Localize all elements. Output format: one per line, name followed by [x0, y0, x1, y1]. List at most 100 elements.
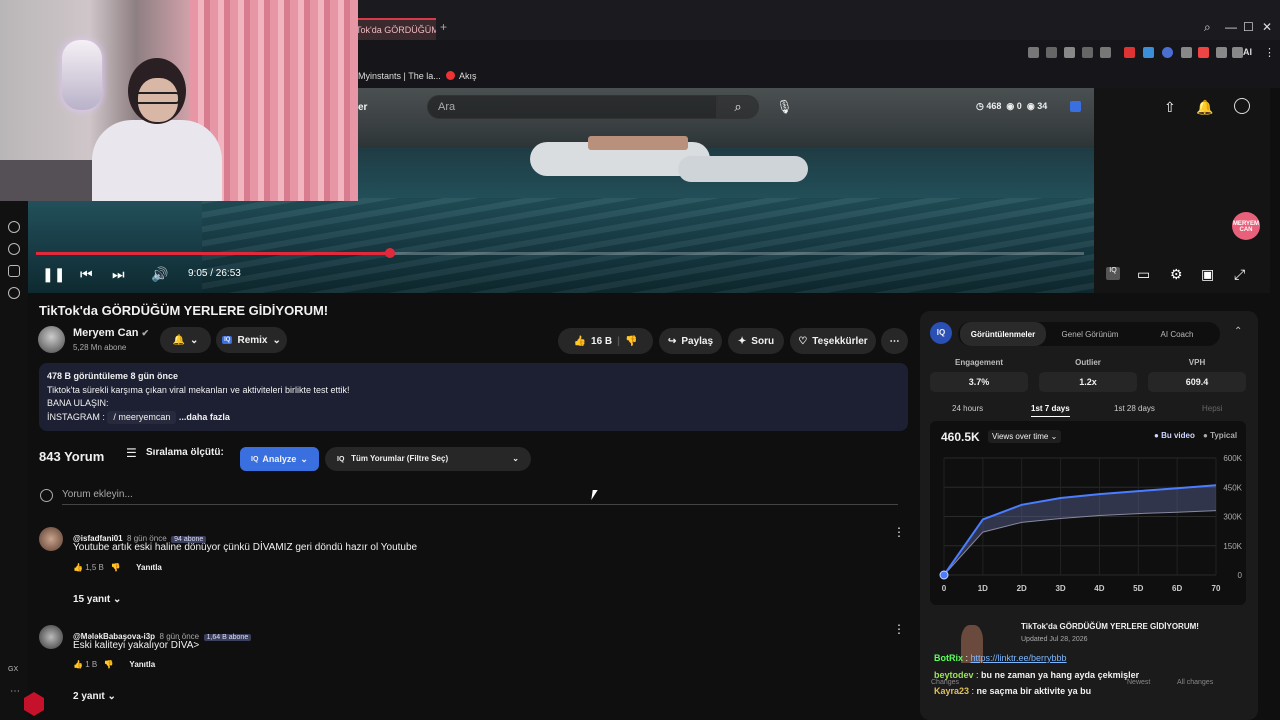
- show-more-link[interactable]: ...daha fazla: [179, 412, 230, 422]
- pin-icon[interactable]: [1028, 47, 1039, 58]
- upload-icon[interactable]: ⇧: [1164, 99, 1176, 116]
- play-icon[interactable]: [1082, 47, 1093, 58]
- minimize-icon[interactable]: —: [1225, 20, 1237, 34]
- like-icon[interactable]: 👍: [73, 563, 83, 572]
- shield-icon[interactable]: [1064, 47, 1075, 58]
- share-button[interactable]: ↪ Paylaş: [659, 328, 722, 354]
- ai-button[interactable]: AI: [1243, 47, 1252, 57]
- search-icon[interactable]: ⌕: [1204, 20, 1211, 35]
- bookmark-myinstants[interactable]: Myinstants | The la...: [358, 71, 441, 81]
- instagram-link[interactable]: / meeryemcan: [107, 410, 177, 424]
- reply-button[interactable]: Yanıtla: [136, 563, 162, 572]
- collapse-icon[interactable]: ⌃: [1234, 326, 1242, 337]
- new-tab-button[interactable]: +: [440, 20, 447, 34]
- download-icon[interactable]: [1216, 47, 1227, 58]
- history-icon[interactable]: [8, 243, 20, 255]
- bell-icon[interactable]: 🔔: [1196, 99, 1213, 116]
- description-box[interactable]: 478 B görüntüleme 8 gün önce Tiktok'ta s…: [39, 363, 908, 431]
- avatar[interactable]: [1234, 98, 1250, 114]
- views-over-time-select[interactable]: Views over time ⌄: [988, 430, 1062, 443]
- fullscreen-icon[interactable]: ⤢: [1234, 266, 1245, 283]
- gear-icon[interactable]: ⚙: [1170, 266, 1183, 283]
- comment-filter-select[interactable]: IQ Tüm Yorumlar (Filtre Seç) ⌄: [325, 447, 531, 471]
- channel-name[interactable]: Meryem Can ✔: [73, 327, 149, 339]
- subscribe-bell-button[interactable]: 🔔 ⌄: [160, 327, 211, 353]
- chat-message: BotRix : https://linktr.ee/berrybbb: [934, 653, 1067, 663]
- thanks-button[interactable]: ♡ Teşekkürler: [790, 328, 876, 354]
- webcam-overlay: [0, 0, 358, 201]
- browser-tab[interactable]: Tok'da GÖRDÜĞÜM: [352, 18, 436, 40]
- iq-player-icon[interactable]: IQ: [1106, 267, 1120, 280]
- replies-count[interactable]: 15 yanıt: [73, 594, 110, 605]
- remix-button[interactable]: IQ Remix ⌄: [216, 327, 287, 353]
- extension-pink-icon[interactable]: [1198, 47, 1209, 58]
- magic-icon[interactable]: [1232, 47, 1243, 58]
- analyze-button[interactable]: IQ Analyze ⌄: [240, 447, 319, 471]
- puzzle-icon[interactable]: [1181, 47, 1192, 58]
- iq-icon: IQ: [251, 455, 259, 463]
- range-7d[interactable]: 1st 7 days: [1031, 404, 1070, 417]
- screenshot-icon[interactable]: [1046, 47, 1057, 58]
- comment-menu-icon[interactable]: ⋮: [893, 525, 905, 539]
- dislike-icon[interactable]: 👎: [111, 563, 121, 572]
- microphone-icon[interactable]: 🎙: [776, 99, 793, 115]
- like-icon[interactable]: 👍: [73, 660, 83, 669]
- comment-menu-icon[interactable]: ⋮: [893, 622, 905, 636]
- heart-icon[interactable]: [1100, 47, 1111, 58]
- close-icon[interactable]: ✕: [1262, 20, 1272, 34]
- range-24h[interactable]: 24 hours: [952, 404, 983, 413]
- comment-avatar[interactable]: [39, 625, 63, 649]
- series-start-point: [939, 570, 949, 580]
- extensions-icon[interactable]: [8, 265, 20, 277]
- chevron-down-icon: ⌄: [190, 334, 199, 346]
- extension-circle-icon[interactable]: [1162, 47, 1173, 58]
- next-icon[interactable]: ⏭: [112, 266, 125, 283]
- iq-icon[interactable]: [1070, 101, 1081, 112]
- tab-overview[interactable]: Genel Görünüm: [1046, 322, 1134, 346]
- more-icon[interactable]: ⋯: [10, 686, 20, 697]
- previous-icon[interactable]: ⏮: [80, 266, 93, 283]
- pause-icon[interactable]: ❚❚: [42, 266, 65, 283]
- extension-red-icon[interactable]: [1124, 47, 1135, 58]
- all-changes-filter[interactable]: All changes: [1177, 679, 1213, 686]
- dislike-icon[interactable]: 👎: [625, 336, 637, 347]
- more-actions-button[interactable]: ⋯: [881, 328, 908, 354]
- search-input[interactable]: Ara: [427, 95, 717, 119]
- replies-toggle[interactable]: 15 yanıt ⌄: [73, 594, 121, 605]
- add-comment-input[interactable]: Yorum ekleyin...: [62, 489, 133, 500]
- chat-link[interactable]: https://linktr.ee/berrybbb: [971, 653, 1067, 663]
- tab-views[interactable]: Görüntülenmeler: [960, 322, 1046, 346]
- replies-count[interactable]: 2 yanıt: [73, 691, 105, 702]
- extension-blue-icon[interactable]: [1143, 47, 1154, 58]
- theater-icon[interactable]: ▣: [1201, 266, 1214, 283]
- comment-text: Eski kaliteyi yakalıyor DİVA>: [73, 640, 200, 651]
- progress-scrubber[interactable]: [385, 248, 395, 258]
- ask-button[interactable]: ✦ Soru: [728, 328, 784, 354]
- bookmark-akis[interactable]: Akış: [459, 71, 477, 81]
- like-icon[interactable]: 👍: [574, 336, 586, 347]
- sort-icon[interactable]: ☰: [126, 446, 137, 460]
- time-display: 9:05 / 26:53: [188, 268, 241, 279]
- tab-ai-coach[interactable]: AI Coach: [1134, 322, 1220, 346]
- yt-logo[interactable]: er: [358, 102, 367, 113]
- range-all[interactable]: Hepsi: [1202, 404, 1222, 413]
- player-icon[interactable]: [8, 221, 20, 233]
- iq-icon: IQ: [337, 456, 345, 463]
- dislike-icon[interactable]: 👎: [104, 660, 114, 669]
- search-button[interactable]: ⌕: [717, 95, 759, 119]
- settings-icon[interactable]: [8, 287, 20, 299]
- range-28d[interactable]: 1st 28 days: [1114, 404, 1155, 413]
- channel-name-text[interactable]: Meryem Can: [73, 327, 138, 339]
- related-title[interactable]: TikTok'da GÖRDÜĞÜM YERLERE GİDİYORUM!: [1021, 622, 1199, 631]
- comment-avatar[interactable]: [39, 527, 63, 551]
- replies-toggle[interactable]: 2 yanıt ⌄: [73, 691, 116, 702]
- like-dislike-group[interactable]: 👍 16 B | 👎: [558, 328, 653, 354]
- sort-label[interactable]: Sıralama ölçütü:: [146, 447, 224, 458]
- menu-icon[interactable]: ⋮: [1264, 46, 1275, 59]
- volume-icon[interactable]: 🔊: [151, 266, 168, 283]
- maximize-icon[interactable]: ☐: [1243, 20, 1254, 34]
- reply-button[interactable]: Yanıtla: [129, 660, 155, 669]
- newest-filter[interactable]: Newest: [1127, 679, 1150, 686]
- subtitles-icon[interactable]: ▭: [1137, 266, 1150, 283]
- channel-avatar[interactable]: [38, 326, 65, 353]
